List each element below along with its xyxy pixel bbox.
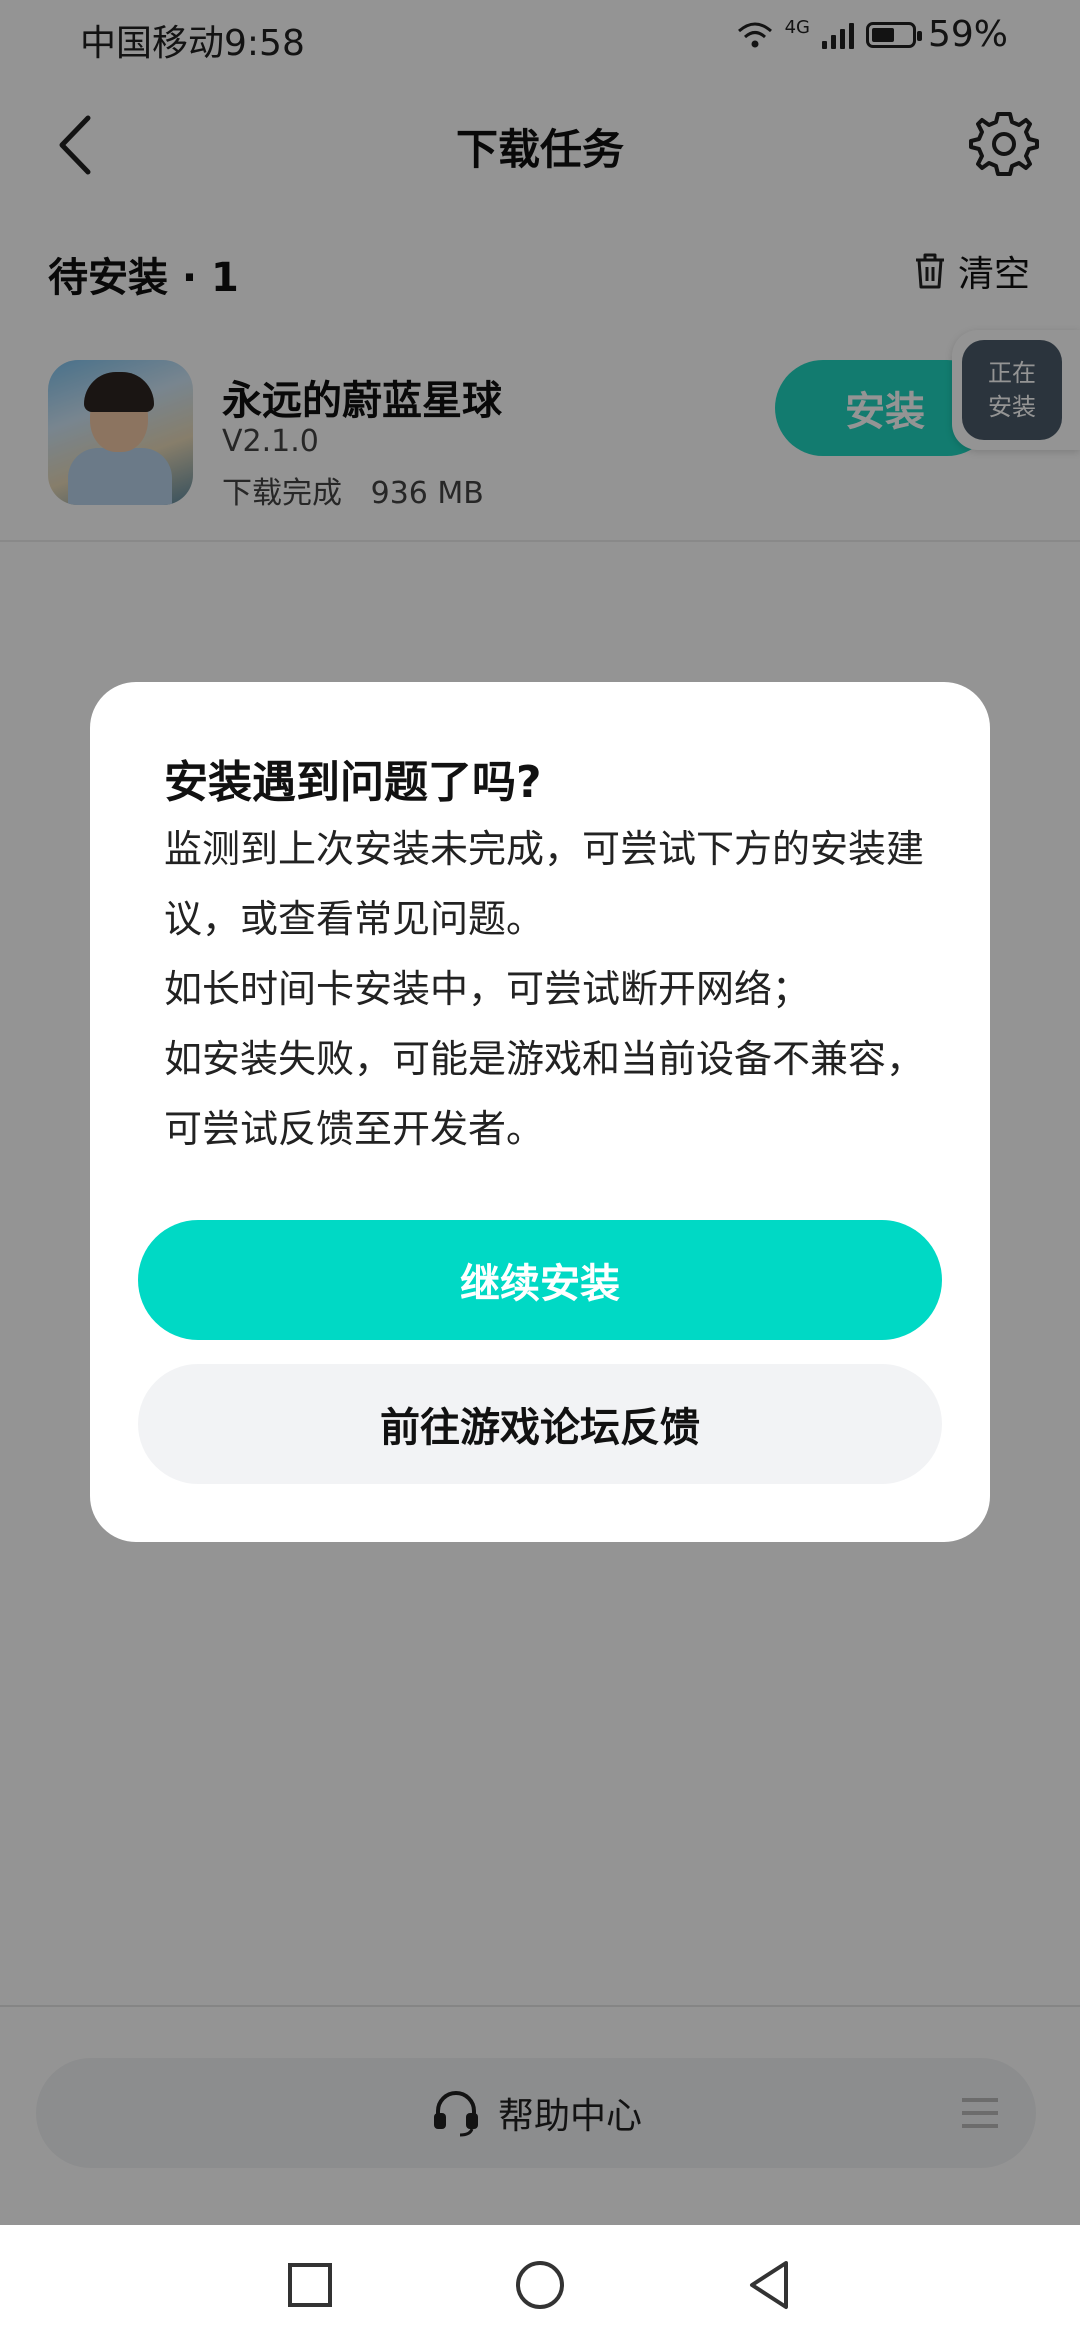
system-nav-bar [0, 2225, 1080, 2340]
dialog-paragraph: 监测到上次安装未完成，可尝试下方的安装建议，或查看常见问题。 [164, 827, 925, 941]
dialog-paragraph: 如长时间卡安装中，可尝试断开网络； [164, 967, 811, 1011]
forum-feedback-button[interactable]: 前往游戏论坛反馈 [138, 1364, 942, 1484]
recent-apps-button[interactable] [282, 2257, 338, 2313]
home-button[interactable] [512, 2257, 568, 2313]
continue-install-button[interactable]: 继续安装 [138, 1220, 942, 1340]
install-problem-dialog: 安装遇到问题了吗? 监测到上次安装未完成，可尝试下方的安装建议，或查看常见问题。… [90, 682, 990, 1542]
dialog-title: 安装遇到问题了吗? [164, 757, 542, 808]
dialog-body: 监测到上次安装未完成，可尝试下方的安装建议，或查看常见问题。 如长时间卡安装中，… [164, 814, 924, 1164]
back-nav-button[interactable] [742, 2257, 798, 2313]
dialog-paragraph: 如安装失败，可能是游戏和当前设备不兼容，可尝试反馈至开发者。 [164, 1037, 925, 1151]
